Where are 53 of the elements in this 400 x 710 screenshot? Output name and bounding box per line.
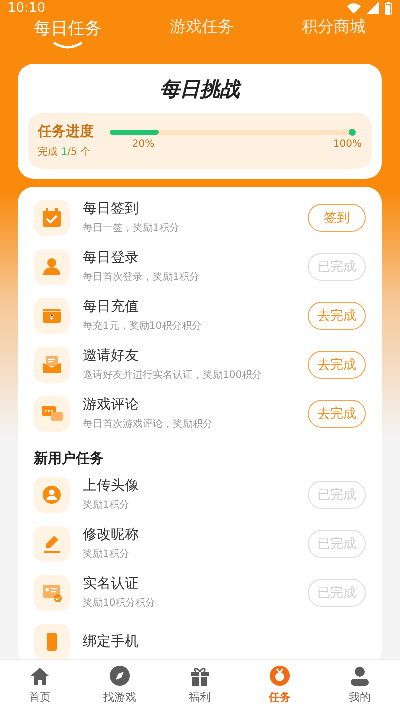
- signal-icon: [367, 2, 379, 14]
- section-title: 新用户任务: [34, 450, 105, 468]
- task-description: 每充1元，奖励10积分积分: [83, 320, 204, 333]
- tab[interactable]: 每日任务: [34, 17, 102, 57]
- idcard-icon: [34, 574, 70, 610]
- task-description: 奖励1积分: [83, 499, 130, 512]
- battery-icon: [385, 2, 392, 14]
- task-description: 邀请好友并进行实名认证，奖励100积分: [83, 368, 264, 382]
- task-description: 每日首次游戏评论，奖励积分: [83, 418, 214, 431]
- wallet-icon: [34, 298, 70, 334]
- task-title: 每日签到: [83, 200, 140, 218]
- tab[interactable]: 积分商城: [302, 17, 366, 57]
- task-title: 每日充值: [83, 298, 140, 316]
- user-icon: [348, 664, 372, 688]
- task-title: 上传头像: [83, 477, 140, 495]
- task-description: 奖励1积分: [83, 548, 130, 561]
- task-description: 每日首次登录，奖励1积分: [83, 271, 200, 284]
- task-action-button[interactable]: 签到: [308, 204, 366, 232]
- task-title: 邀请好友: [83, 347, 140, 365]
- task-title: 游戏评论: [83, 396, 140, 414]
- phone-icon: [34, 624, 70, 659]
- wifi-icon: [347, 2, 361, 14]
- calendar-icon: [34, 200, 70, 236]
- progress-label: 任务进度: [38, 123, 95, 141]
- task-action-button[interactable]: 去完成: [308, 302, 366, 330]
- nav-item[interactable]: 我的: [330, 660, 390, 710]
- task-description: 奖励10积分积分: [83, 597, 157, 610]
- progress-percent: 100%: [333, 139, 362, 150]
- status-time: 10:10: [8, 0, 46, 16]
- pencil-icon: [34, 526, 70, 562]
- chat-icon: [34, 396, 70, 432]
- smile-underline-icon: [52, 42, 84, 50]
- completed-count: 完成 1/5 个: [38, 146, 92, 159]
- task-description: 每日一签，奖励1积分: [83, 222, 180, 235]
- task-action-button[interactable]: 去完成: [308, 350, 366, 378]
- task-title: 每日登录: [83, 249, 140, 267]
- tab[interactable]: 游戏任务: [170, 17, 234, 57]
- person-icon: [34, 248, 70, 284]
- task-title: 修改昵称: [83, 526, 140, 544]
- end-dot: [349, 129, 356, 136]
- challenge-title: 每日挑战: [159, 76, 243, 103]
- nav-item[interactable]: 福利: [170, 660, 230, 710]
- nav-item[interactable]: 任务: [250, 660, 310, 710]
- nav-item[interactable]: 首页: [10, 660, 70, 710]
- task-action-button[interactable]: 去完成: [308, 400, 366, 428]
- task-title: 绑定手机: [83, 632, 140, 650]
- nav-item[interactable]: 找游戏: [90, 660, 150, 710]
- task-icon: [268, 664, 292, 688]
- avatar-icon: [34, 476, 70, 512]
- mail-icon: [34, 346, 70, 382]
- task-title: 实名认证: [83, 575, 140, 593]
- progress-percent: 20%: [132, 139, 155, 150]
- compass-icon: [108, 664, 132, 688]
